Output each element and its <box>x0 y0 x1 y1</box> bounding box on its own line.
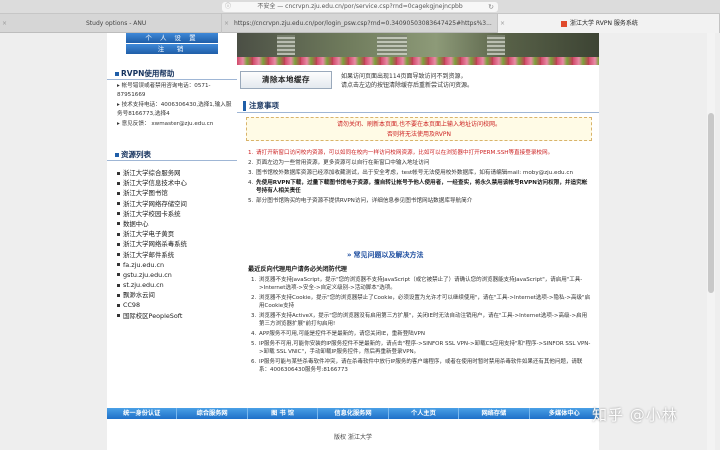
resource-link[interactable]: 国际校区PeopleSoft <box>117 311 235 321</box>
browser-tab[interactable]: × Study options - ANU <box>0 14 222 33</box>
sidebar: 个 人 设 置 注 销 RVPN使用帮助 ▸ 帐号错误或者禁用咨询电话：0571… <box>107 33 237 408</box>
footer-link[interactable]: 多媒体中心 <box>530 408 599 419</box>
bullet-icon <box>117 212 120 216</box>
notice-list: 1. 请打开新窗口访问校内资源，可以如同在校内一样访问校网资源，比如可以在浏览器中… <box>248 149 592 207</box>
resource-link[interactable]: 浙江大学网络存储空间 <box>117 199 235 209</box>
bullet-icon <box>117 242 120 246</box>
watermark: 知乎 @小林 <box>592 406 678 424</box>
bullet-icon <box>115 72 119 76</box>
resource-link[interactable]: gstu.zju.edu.cn <box>117 270 235 280</box>
clear-cache-button[interactable]: 清除本地缓存 <box>240 71 332 89</box>
resource-link[interactable]: 浙江大学综合服务网 <box>117 168 235 178</box>
personal-settings-button[interactable]: 个 人 设 置 <box>126 33 218 43</box>
help-list: ▸ 帐号错误或者禁用咨询电话：0571-87951669 ▸ 技术支持电话：40… <box>117 82 235 131</box>
resource-link[interactable]: st.zju.edu.cn <box>117 280 235 290</box>
resource-link[interactable]: 浙江大学电子黄页 <box>117 229 235 239</box>
resource-link[interactable]: 浙江大学信息技术中心 <box>117 178 235 188</box>
scrollbar-thumb[interactable] <box>708 113 714 293</box>
browser-tab-active[interactable]: × 浙江大学 RVPN 服务系统 <box>498 14 720 33</box>
faq-item: 3. 浏览器不支持ActiveX，提示"您的浏览器没有启用第三方扩展"，关闭IE时… <box>251 313 588 327</box>
notice-item: 3. 图书馆校外数据库资源已经添加收藏测试，出于安全考虑，test帐号无法使用校外… <box>248 169 573 176</box>
faq-item: 5. IP服务不可用,可能你安装的IP服务控件不是最新的，请点击"程序->SINF… <box>251 341 591 355</box>
info-icon: ⓘ <box>225 3 232 10</box>
footer-link[interactable]: 综合服务网 <box>177 408 248 419</box>
resource-link[interactable]: 数据中心 <box>117 219 235 229</box>
url-text: 不安全 — cncrvpn.zju.edu.cn/por/service.csp… <box>257 3 463 10</box>
reload-icon[interactable]: ↻ <box>488 2 494 12</box>
browser-toolbar: ⓘ 不安全 — cncrvpn.zju.edu.cn/por/service.c… <box>0 0 720 14</box>
bullet-icon <box>117 253 120 256</box>
resources-section-title: 资源列表 <box>107 148 237 161</box>
bullet-icon <box>117 293 120 297</box>
bullet-icon <box>117 181 120 185</box>
address-bar[interactable]: ⓘ 不安全 — cncrvpn.zju.edu.cn/por/service.c… <box>222 2 498 12</box>
bullet-icon <box>117 232 120 236</box>
double-arrow-icon: » <box>347 251 352 259</box>
bullet-icon <box>117 263 120 267</box>
header-banner-image <box>237 33 599 65</box>
footer-link[interactable]: 信息化服务网 <box>318 408 389 419</box>
resource-link[interactable]: CC98 <box>117 300 235 310</box>
faq-item: 4. APP服务不可用,可能是控件不是最新的，请您关闭IE，重新登陆VPN <box>251 331 425 337</box>
notice-item: 4. 先使用RVPN下载，过量下载图书馆电子资源，擅自转让帐号予他人使用者，一经查… <box>248 179 588 195</box>
notice-title: 注意事项 <box>237 99 599 113</box>
scrollbar[interactable] <box>707 33 715 450</box>
faq-title[interactable]: » 常见问题以及解决方法 <box>347 250 547 260</box>
faq-item: 1. 浏览器不支持JavaScript，提示"您的浏览器不支持JavaScript… <box>251 277 583 291</box>
resource-link[interactable]: 浙江大学图书馆 <box>117 188 235 198</box>
help-item[interactable]: ▸ 意见反馈： xwmaster@zju.edu.cn <box>117 120 235 129</box>
resource-link[interactable]: 飘渺水云间 <box>117 290 235 300</box>
close-icon[interactable]: × <box>500 14 505 33</box>
tab-strip: × Study options - ANU × https://cncrvpn.… <box>0 14 720 33</box>
faq-list: 1. 浏览器不支持JavaScript，提示"您的浏览器不支持JavaScript… <box>251 276 591 376</box>
close-icon[interactable]: × <box>2 14 7 33</box>
notice-item: 2. 页面左边为一些常用资源，更多资源可以自行在新窗口中输入地址访问 <box>248 159 430 166</box>
footer-link[interactable]: 网络存储 <box>459 408 530 419</box>
help-item: ▸ 帐号错误或者禁用咨询电话：0571-87951669 <box>117 83 211 98</box>
warning-box: 请勿关闭、刷新本页面,也不要在本页面上输入地址访问校网。 否则将无法使用及RVP… <box>246 117 592 141</box>
resource-link[interactable]: 浙江大学邮件系统 <box>117 250 235 260</box>
faq-subtitle: 最近反向代理用户请务必关闭防代理 <box>248 266 347 273</box>
notice-item: 1. 请打开新窗口访问校内资源，可以如同在校内一样访问校网资源，比如可以在浏览器中… <box>248 150 554 156</box>
faq-item: 2. 浏览器不支持Cookie，提示"您的浏览器禁止了Cookie，必须设置为允许… <box>251 295 591 309</box>
bullet-icon <box>115 153 119 157</box>
notice-item: 5. 部分图书馆购买的电子资源不提供RVPN访问，详细信息参见图书馆网站数据库导航… <box>248 198 473 205</box>
copyright: 版权 浙江大学 <box>334 434 372 441</box>
footer-link[interactable]: 统一身份认证 <box>107 408 178 419</box>
footer-nav: 统一身份认证 综合服务网 图 书 馆 信息化服务网 个人主页 网络存储 多媒体中… <box>107 408 599 419</box>
resource-link[interactable]: 浙江大学网络杀毒系统 <box>117 239 235 249</box>
bullet-icon <box>117 191 120 195</box>
bullet-icon <box>117 273 120 277</box>
close-icon[interactable]: × <box>224 14 229 33</box>
bullet-icon <box>243 101 246 111</box>
resource-list: 浙江大学综合服务网 浙江大学信息技术中心 浙江大学图书馆 浙江大学网络存储空间 … <box>117 168 235 321</box>
logout-button[interactable]: 注 销 <box>126 44 218 54</box>
bullet-icon <box>117 314 120 318</box>
resource-link[interactable]: fa.zju.edu.cn <box>117 260 235 270</box>
faq-item: 6. IP服务可能与某些杀毒软件冲突，请在杀毒软件中放行IP服务的客户端程序，或者… <box>251 359 583 373</box>
resource-link[interactable]: 浙江大学校园卡系统 <box>117 209 235 219</box>
help-section-title: RVPN使用帮助 <box>107 67 237 80</box>
bullet-icon <box>117 303 120 307</box>
footer-link[interactable]: 个人主页 <box>389 408 460 419</box>
web-page: 个 人 设 置 注 销 RVPN使用帮助 ▸ 帐号错误或者禁用咨询电话：0571… <box>107 33 599 450</box>
bullet-icon <box>117 283 120 287</box>
bullet-icon <box>117 171 120 175</box>
favicon-icon <box>561 20 567 27</box>
footer-link[interactable]: 图 书 馆 <box>248 408 319 419</box>
bullet-icon <box>117 202 120 206</box>
help-item: ▸ 技术支持电话：4006306430,选择1,输入服务号8166773,选择4 <box>117 102 232 117</box>
cache-note: 如果访问页面出现114页面导致访问不到资源， 请点击左边的按钮清除缓存后重新尝试… <box>341 73 474 89</box>
bullet-icon <box>117 222 120 226</box>
browser-tab[interactable]: × https://cncrvpn.zju.edu.cn/por/login_p… <box>222 14 498 33</box>
